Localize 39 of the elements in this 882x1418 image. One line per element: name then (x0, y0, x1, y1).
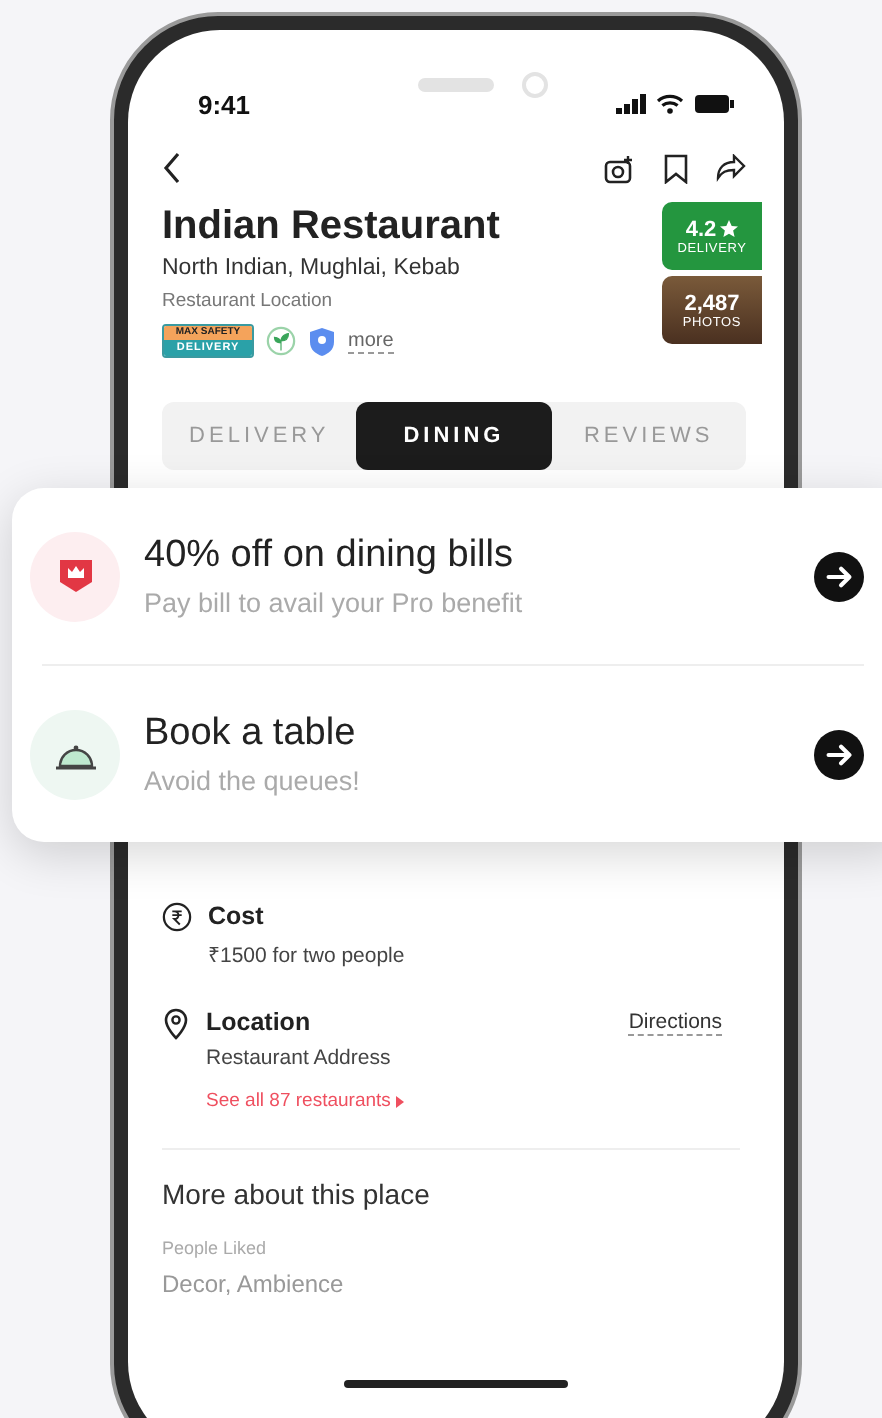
speaker-grille (418, 78, 494, 92)
share-icon[interactable] (716, 153, 746, 181)
location-pin-icon (162, 1008, 190, 1040)
offer-row[interactable]: 40% off on dining bills Pay bill to avail your Pro benefit (30, 488, 864, 664)
arrow-right-icon (814, 551, 864, 601)
bookmark-icon[interactable] (664, 153, 688, 183)
section-heading: More about this place (162, 1178, 432, 1210)
crown-shield-icon (55, 556, 95, 596)
camera-icon[interactable] (604, 153, 636, 183)
offer-title: Book a table (144, 712, 358, 756)
cuisine-list: North Indian, Mughlai, Kebab (162, 256, 500, 280)
star-icon (720, 220, 739, 238)
offer-row[interactable]: Book a table Avoid the queues! (30, 666, 864, 842)
back-icon[interactable] (162, 152, 182, 184)
caret-icon (396, 1095, 405, 1107)
signal-icon (616, 94, 646, 114)
section-title: Location (206, 1008, 311, 1036)
shield-icon (308, 325, 336, 357)
battery-icon (694, 94, 734, 114)
offer-title: 40% off on dining bills (144, 534, 515, 578)
more-link[interactable]: more (348, 329, 394, 353)
people-liked-label: People Liked (162, 1238, 269, 1258)
see-all-link[interactable]: See all 87 restaurants (206, 1090, 746, 1112)
status-time: 9:41 (198, 89, 251, 119)
section-text: ₹1500 for two people (208, 942, 407, 968)
arrow-right-icon (814, 729, 864, 779)
restaurant-name: Indian Restaurant (162, 202, 500, 250)
restaurant-location: Restaurant Location (162, 290, 335, 312)
leaf-icon (266, 326, 296, 356)
front-camera (522, 72, 548, 98)
section-text: Restaurant Address (206, 1046, 393, 1070)
rupee-icon (162, 902, 192, 932)
offer-subtitle: Pay bill to avail your Pro benefit (144, 588, 525, 618)
offer-subtitle: Avoid the queues! (144, 766, 362, 796)
tab[interactable]: DINING (356, 402, 552, 470)
section-title: Cost (208, 902, 264, 930)
people-liked-value: Decor, Ambience (162, 1270, 346, 1298)
directions-link[interactable]: Directions (628, 1009, 722, 1035)
wifi-icon (656, 94, 684, 114)
